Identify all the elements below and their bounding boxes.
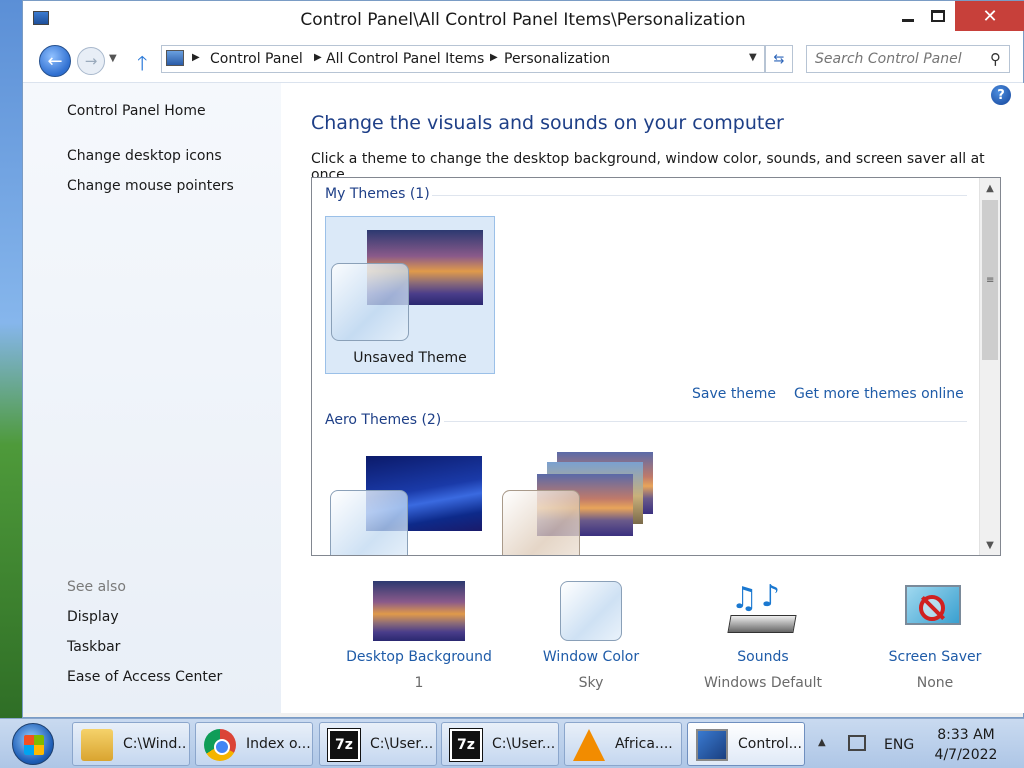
7zip-icon: 7z (327, 728, 361, 762)
back-button[interactable]: ← (39, 45, 71, 77)
display-link[interactable]: Display (67, 609, 119, 625)
sounds-value: Windows Default (703, 675, 823, 691)
main-content: ? Change the visuals and sounds on your … (281, 83, 1024, 713)
7zip-icon: 7z (449, 728, 483, 762)
windows-logo-icon (24, 745, 44, 755)
screen-saver-link[interactable]: Screen Saver (849, 649, 1021, 665)
taskbar-button-chrome[interactable]: Index o... (195, 722, 313, 766)
clock-time: 8:33 AM (937, 727, 995, 743)
navigation-bar: ← → ▼ 🡑 ▶ Control Panel ▶ All Control Pa… (23, 39, 1023, 83)
color-swatch-icon (560, 581, 622, 641)
search-icon[interactable]: ⚲ (990, 50, 1001, 68)
breadcrumb-personalization[interactable]: Personalization (504, 51, 610, 67)
address-dropdown-icon[interactable]: ▼ (749, 52, 757, 63)
help-icon[interactable]: ? (991, 85, 1011, 105)
change-desktop-icons-link[interactable]: Change desktop icons (67, 148, 222, 164)
sounds-link[interactable]: Sounds (677, 649, 849, 665)
breadcrumb-separator-icon[interactable]: ▶ (192, 52, 200, 63)
desktop-background-value: 1 (414, 675, 424, 691)
taskbar-button-7zip-2[interactable]: 7z C:\User... (441, 722, 559, 766)
taskbar: C:\Wind... Index o... 7z C:\User... 7z C… (0, 718, 1024, 768)
system-clock[interactable]: 8:33 AM 4/7/2022 (930, 725, 1002, 765)
minimize-icon (902, 18, 914, 22)
window-color-link[interactable]: Window Color (505, 649, 677, 665)
breadcrumb-separator-icon[interactable]: ▶ (490, 52, 498, 63)
input-language-indicator[interactable]: ENG (884, 737, 914, 753)
windows-theme-tile[interactable] (325, 440, 495, 555)
window-color-value: Sky (578, 675, 604, 691)
theme-name: Unsaved Theme (353, 350, 467, 366)
scrollbar-grip-icon: ≡ (986, 275, 995, 286)
taskbar-button-control-panel[interactable]: Control... (687, 722, 805, 766)
change-mouse-pointers-link[interactable]: Change mouse pointers (67, 178, 234, 194)
minimize-button[interactable] (893, 1, 923, 31)
taskbar-button-label: Control... (738, 736, 802, 752)
taskbar-button-label: Africa.... (615, 736, 673, 752)
control-panel-home-link[interactable]: Control Panel Home (67, 103, 206, 119)
screen-saver-none-icon (901, 581, 969, 641)
save-theme-link[interactable]: Save theme (692, 386, 776, 402)
breadcrumb-control-panel[interactable]: Control Panel (210, 51, 303, 67)
clock-date: 4/7/2022 (934, 747, 998, 763)
personalization-window: Control Panel\All Control Panel Items\Pe… (22, 0, 1024, 718)
up-arrow-icon[interactable]: 🡑 (137, 49, 147, 83)
unsaved-theme-tile[interactable]: Unsaved Theme (325, 216, 495, 374)
control-panel-location-icon (166, 50, 184, 66)
title-bar: Control Panel\All Control Panel Items\Pe… (23, 1, 1024, 39)
folder-icon (81, 729, 113, 761)
breadcrumb-all-items[interactable]: All Control Panel Items (326, 51, 484, 67)
get-more-themes-link[interactable]: Get more themes online (794, 386, 964, 402)
page-title: Change the visuals and sounds on your co… (311, 112, 784, 134)
landscapes-theme-tile[interactable] (497, 440, 667, 555)
screen-saver-value: None (916, 675, 954, 691)
theme-color-swatch (502, 490, 580, 555)
ease-of-access-center-link[interactable]: Ease of Access Center (67, 669, 222, 685)
refresh-button[interactable]: ⇆ (765, 45, 793, 73)
chrome-icon (204, 729, 236, 761)
show-hidden-icons-chevron-icon[interactable]: ▲ (818, 737, 826, 748)
my-themes-group-label: My Themes (1) (325, 186, 430, 202)
group-divider (432, 195, 967, 196)
start-button[interactable] (12, 723, 54, 765)
desktop-background (0, 0, 22, 718)
see-also-heading: See also (67, 579, 126, 595)
left-task-pane: Control Panel Home Change desktop icons … (23, 83, 281, 713)
close-button[interactable]: ✕ (955, 1, 1024, 31)
window-title: Control Panel\All Control Panel Items\Pe… (300, 10, 746, 30)
group-divider (444, 421, 967, 422)
control-panel-icon (696, 729, 728, 761)
network-icon[interactable] (848, 735, 866, 751)
breadcrumb-separator-icon[interactable]: ▶ (314, 52, 322, 63)
theme-list[interactable]: My Themes (1) Unsaved Theme Save theme G… (311, 177, 1001, 556)
forward-button[interactable]: → (77, 47, 105, 75)
taskbar-button-7zip-1[interactable]: 7z C:\User... (319, 722, 437, 766)
maximize-button[interactable] (923, 1, 953, 31)
taskbar-button-label: C:\User... (492, 736, 556, 752)
search-input[interactable] (815, 50, 980, 68)
theme-color-swatch (331, 263, 409, 341)
address-bar[interactable]: ▶ Control Panel ▶ All Control Panel Item… (161, 45, 765, 73)
scroll-up-arrow-icon[interactable]: ▲ (980, 178, 1000, 198)
search-box[interactable]: ⚲ (806, 45, 1010, 73)
taskbar-link[interactable]: Taskbar (67, 639, 120, 655)
taskbar-button-explorer[interactable]: C:\Wind... (72, 722, 190, 766)
taskbar-button-label: C:\Wind... (123, 736, 187, 752)
maximize-icon (931, 10, 945, 22)
theme-color-swatch (330, 490, 408, 555)
aero-themes-group-label: Aero Themes (2) (325, 412, 442, 428)
landscape-thumbnail-icon (373, 581, 465, 641)
desktop-background-link[interactable]: Desktop Background (333, 649, 505, 665)
vlc-icon (573, 729, 605, 761)
taskbar-button-label: C:\User... (370, 736, 434, 752)
taskbar-button-vlc[interactable]: Africa.... (564, 722, 682, 766)
theme-list-scrollbar[interactable]: ▲ ≡ ▼ (979, 178, 1000, 555)
scroll-down-arrow-icon[interactable]: ▼ (980, 535, 1000, 555)
music-notes-icon: ♫ ♪ (725, 579, 801, 641)
recent-pages-dropdown-icon[interactable]: ▼ (109, 53, 117, 64)
taskbar-button-label: Index o... (246, 736, 310, 752)
